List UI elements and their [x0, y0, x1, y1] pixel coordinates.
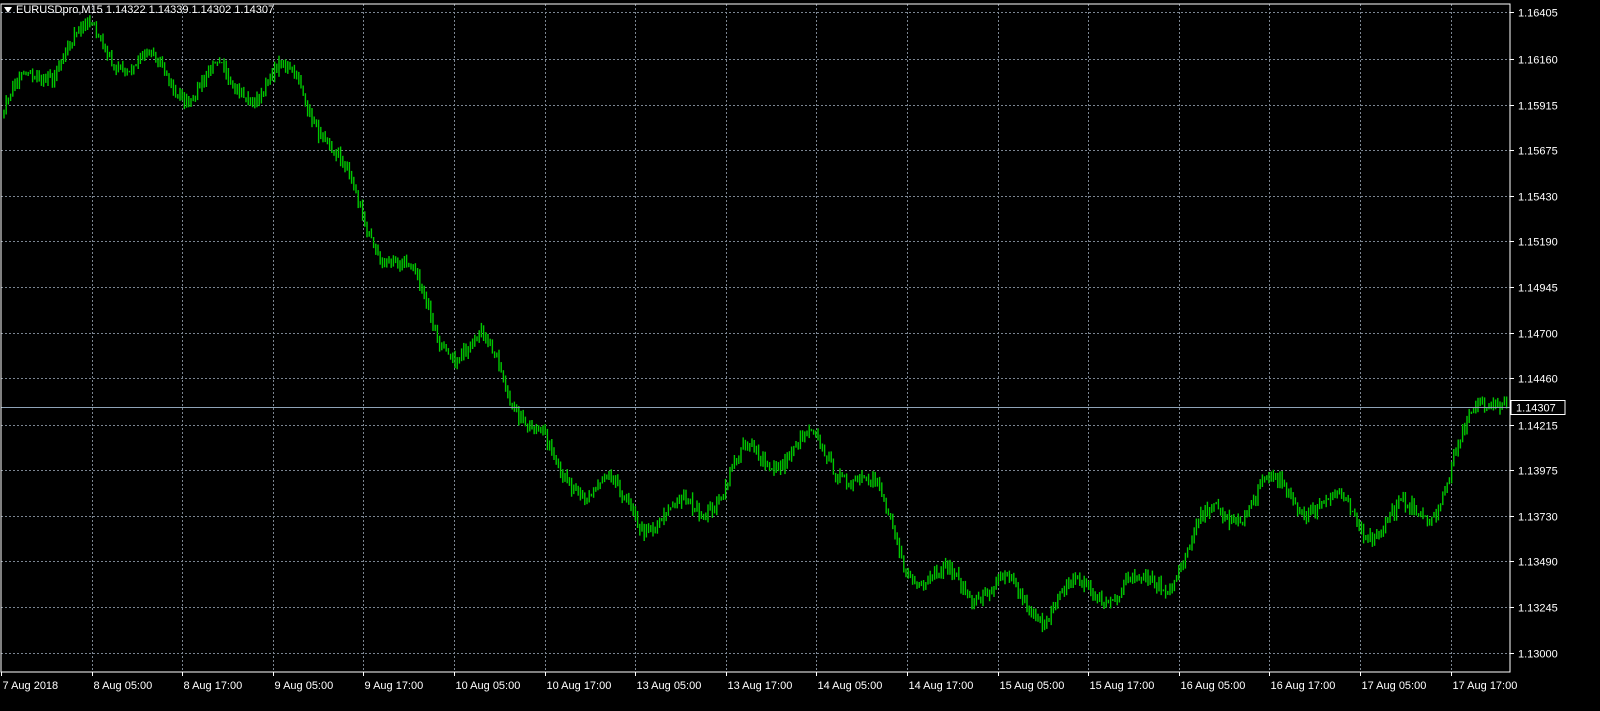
- y-tick-label: 1.13000: [1518, 649, 1558, 661]
- x-tick-label: 7 Aug 2018: [3, 680, 59, 692]
- y-tick-label: 1.13975: [1518, 466, 1558, 478]
- axes: 1.16405 1.16160 1.15915 1.15675 1.15430 1.151…: [0, 3, 1558, 692]
- x-tick-label: 15 Aug 05:00: [1000, 680, 1065, 692]
- x-tick-label: 9 Aug 17:00: [365, 680, 424, 692]
- y-tick-label: 1.15430: [1518, 192, 1558, 204]
- grid: [1, 4, 1510, 672]
- x-tick-label: 10 Aug 05:00: [456, 680, 521, 692]
- y-tick-label: 1.16160: [1518, 55, 1558, 67]
- y-tick-label: 1.15190: [1518, 237, 1558, 249]
- y-tick-label: 1.13490: [1518, 557, 1558, 569]
- symbol-header[interactable]: EURUSDpro,M15 1.14322 1.14339 1.14302 1.…: [4, 4, 274, 16]
- symbol-info: EURUSDpro,M15 1.14322 1.14339 1.14302 1.…: [16, 4, 275, 16]
- x-tick-label: 17 Aug 17:00: [1453, 680, 1518, 692]
- y-tick-label: 1.14460: [1518, 374, 1558, 386]
- y-tick-label: 1.14945: [1518, 283, 1558, 295]
- x-tick-label: 10 Aug 17:00: [547, 680, 612, 692]
- y-tick-label: 1.14700: [1518, 329, 1558, 341]
- x-tick-label: 8 Aug 05:00: [94, 680, 153, 692]
- x-tick-label: 14 Aug 17:00: [909, 680, 974, 692]
- y-tick-label: 1.13245: [1518, 603, 1558, 615]
- y-tick-label: 1.15915: [1518, 101, 1558, 113]
- x-tick-label: 16 Aug 05:00: [1181, 680, 1246, 692]
- x-tick-label: 14 Aug 05:00: [818, 680, 883, 692]
- x-tick-label: 16 Aug 17:00: [1271, 680, 1336, 692]
- bid-line: 1.14307: [1, 400, 1566, 415]
- y-tick-label: 1.16405: [1518, 8, 1558, 20]
- chart-canvas[interactable]: 1.14307 1.16405 1.16160 1.15915 1.15675 1.15…: [0, 0, 1600, 711]
- x-tick-label: 8 Aug 17:00: [184, 680, 243, 692]
- current-price-label: 1.14307: [1516, 403, 1556, 415]
- x-tick-label: 17 Aug 05:00: [1362, 680, 1427, 692]
- x-tick-label: 15 Aug 17:00: [1090, 680, 1155, 692]
- y-tick-label: 1.15675: [1518, 146, 1558, 158]
- plot-frame: [0, 3, 1511, 673]
- x-tick-label: 9 Aug 05:00: [275, 680, 334, 692]
- x-tick-label: 13 Aug 05:00: [637, 680, 702, 692]
- x-tick-label: 13 Aug 17:00: [728, 680, 793, 692]
- triangle-down-icon[interactable]: [4, 7, 12, 13]
- y-tick-label: 1.14215: [1518, 421, 1558, 433]
- price-chart[interactable]: 1.14307 1.16405 1.16160 1.15915 1.15675 1.15…: [0, 0, 1600, 711]
- price-series: [3, 15, 1508, 633]
- y-tick-label: 1.13730: [1518, 512, 1558, 524]
